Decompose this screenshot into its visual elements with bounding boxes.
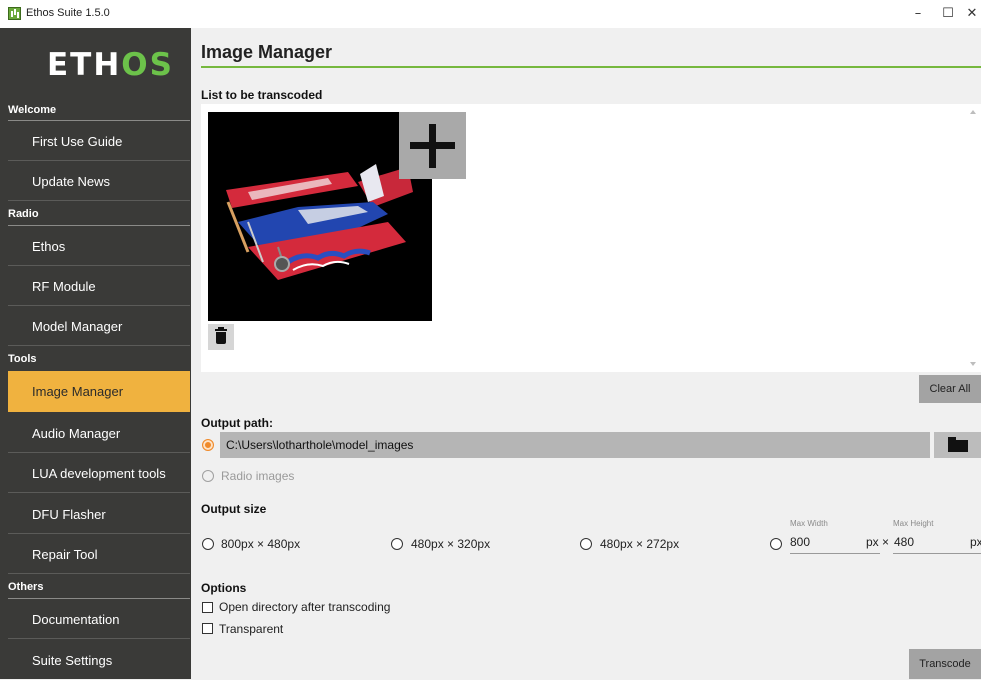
folder-icon bbox=[948, 437, 968, 452]
ethos-logo: ETHOS bbox=[47, 47, 174, 83]
size-800x480-radio[interactable] bbox=[202, 538, 214, 550]
browse-folder-button[interactable] bbox=[934, 432, 981, 458]
size-800x480-label: 800px × 480px bbox=[221, 537, 301, 551]
section-tools: Tools bbox=[8, 353, 37, 365]
sidebar-item-image-manager[interactable]: Image Manager bbox=[8, 371, 190, 412]
add-image-button[interactable] bbox=[399, 112, 466, 179]
sidebar-item-audio-manager[interactable]: Audio Manager bbox=[8, 414, 190, 453]
sidebar-item-repair-tool[interactable]: Repair Tool bbox=[8, 535, 190, 574]
title-underline bbox=[201, 66, 981, 68]
size-480x320-label: 480px × 320px bbox=[411, 537, 491, 551]
radio-images-radio[interactable] bbox=[202, 470, 214, 482]
clear-all-button[interactable]: Clear All bbox=[919, 375, 981, 403]
custom-path-radio[interactable] bbox=[202, 439, 214, 451]
size-480x272-label: 480px × 272px bbox=[600, 537, 680, 551]
title-bar: Ethos Suite 1.5.0 – ☐ ✕ bbox=[0, 0, 981, 28]
sidebar-item-ethos[interactable]: Ethos bbox=[8, 227, 190, 266]
size-480x272-radio[interactable] bbox=[580, 538, 592, 550]
max-width-input[interactable]: 800 bbox=[790, 535, 810, 549]
scroll-up-arrow-icon[interactable] bbox=[970, 110, 976, 114]
custom-size-radio[interactable] bbox=[770, 538, 782, 550]
max-height-input[interactable]: 480 bbox=[894, 535, 914, 549]
divider bbox=[8, 225, 190, 226]
list-scrollbar[interactable] bbox=[968, 104, 981, 372]
sidebar: ETHOS Welcome First Use Guide Update New… bbox=[0, 28, 191, 679]
section-others: Others bbox=[8, 581, 44, 593]
divider bbox=[8, 120, 190, 121]
sidebar-item-rf-module[interactable]: RF Module bbox=[8, 267, 190, 306]
max-width-label: Max Width bbox=[790, 519, 828, 528]
sidebar-item-documentation[interactable]: Documentation bbox=[8, 600, 190, 639]
divider bbox=[8, 598, 190, 599]
sidebar-item-suite-settings[interactable]: Suite Settings bbox=[8, 641, 190, 680]
output-path-label: Output path: bbox=[201, 416, 273, 430]
size-480x320-radio[interactable] bbox=[391, 538, 403, 550]
list-label: List to be transcoded bbox=[201, 88, 323, 102]
open-directory-label: Open directory after transcoding bbox=[219, 600, 391, 614]
app-icon bbox=[8, 7, 21, 20]
sidebar-item-first-use-guide[interactable]: First Use Guide bbox=[8, 122, 190, 161]
delete-image-button[interactable] bbox=[208, 324, 234, 350]
open-directory-checkbox[interactable] bbox=[202, 602, 213, 613]
sidebar-item-dfu-flasher[interactable]: DFU Flasher bbox=[8, 495, 190, 534]
output-path-value: C:\Users\lotharthole\model_images bbox=[226, 438, 414, 452]
max-height-label: Max Height bbox=[893, 519, 934, 528]
transparent-label: Transparent bbox=[219, 622, 284, 636]
minimize-button[interactable]: – bbox=[901, 4, 935, 24]
sidebar-item-model-manager[interactable]: Model Manager bbox=[8, 307, 190, 346]
px-times-label: px × bbox=[866, 535, 890, 549]
px-label: px bbox=[970, 535, 981, 549]
window-title: Ethos Suite 1.5.0 bbox=[26, 7, 110, 19]
output-path-field[interactable]: C:\Users\lotharthole\model_images bbox=[220, 432, 930, 458]
transparent-checkbox[interactable] bbox=[202, 623, 213, 634]
page-title: Image Manager bbox=[201, 42, 333, 62]
sidebar-item-update-news[interactable]: Update News bbox=[8, 162, 190, 201]
section-radio: Radio bbox=[8, 208, 39, 220]
close-button[interactable]: ✕ bbox=[955, 4, 981, 24]
options-label: Options bbox=[201, 581, 247, 595]
trash-icon bbox=[215, 327, 227, 331]
scroll-down-arrow-icon[interactable] bbox=[970, 362, 976, 366]
output-size-label: Output size bbox=[201, 502, 267, 516]
transcode-button[interactable]: Transcode bbox=[909, 649, 981, 679]
sidebar-item-lua-tools[interactable]: LUA development tools bbox=[8, 454, 190, 493]
section-welcome: Welcome bbox=[8, 104, 57, 116]
radio-images-label: Radio images bbox=[221, 469, 295, 483]
